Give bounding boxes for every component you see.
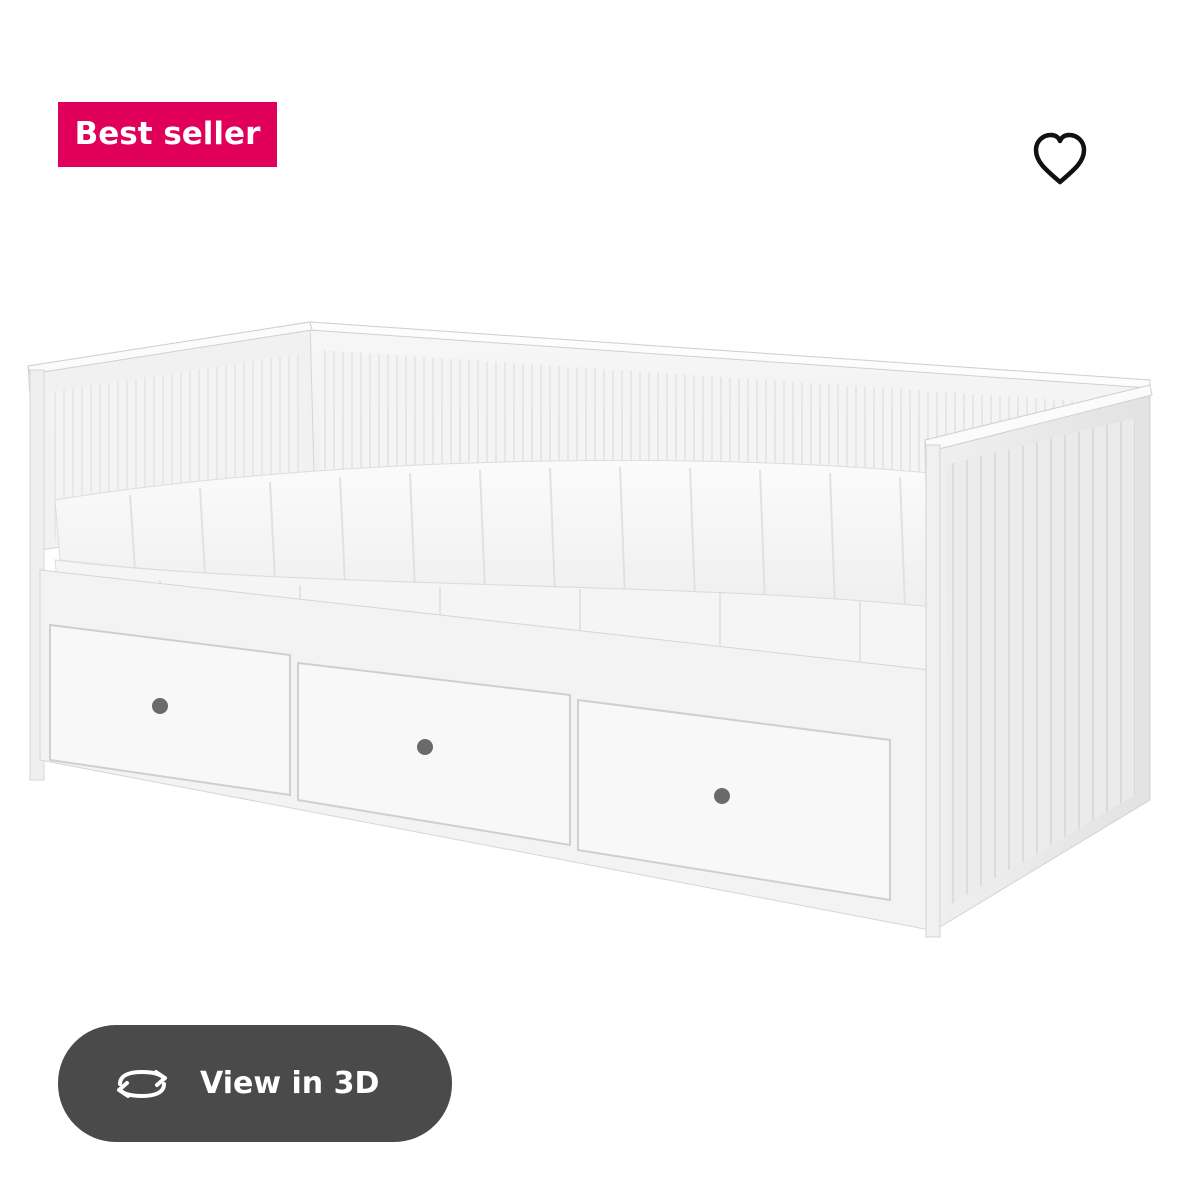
rotate-arrows-icon (117, 1069, 167, 1098)
view-in-3d-label: View in 3D (200, 1066, 380, 1101)
favorite-button[interactable] (1028, 128, 1092, 188)
best-seller-badge: Best seller (58, 102, 277, 167)
product-image (27, 321, 1153, 938)
heart-outline-icon (1033, 132, 1087, 185)
view-in-3d-button[interactable]: View in 3D (58, 1025, 452, 1142)
